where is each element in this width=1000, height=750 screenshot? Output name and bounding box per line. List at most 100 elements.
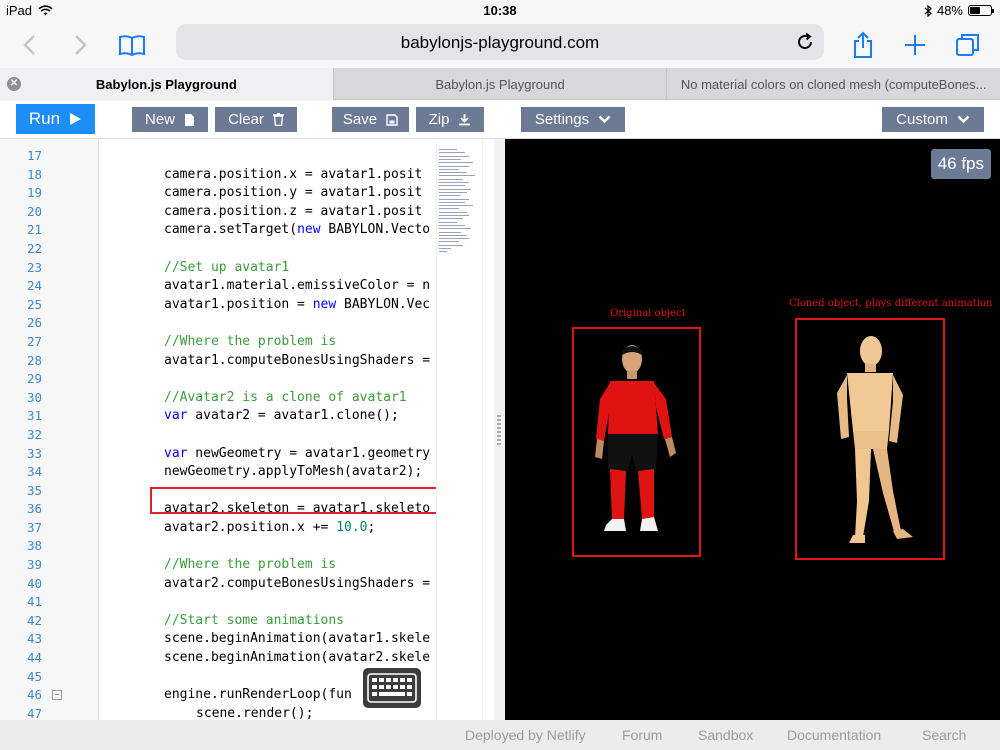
- minimap-line: [439, 224, 465, 226]
- deployed-by-link[interactable]: Deployed by Netlify: [465, 727, 586, 743]
- minimap-line: [439, 158, 461, 160]
- code-line[interactable]: 46− engine.runRenderLoop(fun: [0, 686, 505, 705]
- code-line[interactable]: 41: [0, 593, 505, 612]
- close-tab-icon[interactable]: ✕: [7, 77, 21, 91]
- run-button[interactable]: Run: [16, 104, 95, 134]
- line-number: 36: [26, 501, 42, 517]
- code-line[interactable]: 20 camera.position.z = avatar1.posit: [0, 203, 505, 222]
- splitter-grip[interactable]: [497, 415, 501, 445]
- floppy-icon: [386, 113, 398, 126]
- line-number: 42: [26, 612, 42, 628]
- line-number: 44: [26, 650, 42, 666]
- line-number: 40: [26, 575, 42, 591]
- code-line[interactable]: 23 //Set up avatar1: [0, 259, 505, 278]
- settings-dropdown[interactable]: Settings: [521, 107, 625, 132]
- code-lines[interactable]: 17 18 camera.position.x = avatar1.posit 19 c…: [0, 147, 505, 720]
- code-line[interactable]: 29: [0, 370, 505, 389]
- editor-scrollbar[interactable]: [482, 139, 494, 720]
- pane-splitter[interactable]: [494, 139, 505, 720]
- code-line[interactable]: 32: [0, 426, 505, 445]
- code-line[interactable]: 21 camera.setTarget(new BABYLON.Vecto: [0, 221, 505, 240]
- code-line[interactable]: 33 var newGeometry = avatar1.geometry: [0, 445, 505, 464]
- code-line[interactable]: 44 scene.beginAnimation(avatar2.skele: [0, 649, 505, 668]
- code-line[interactable]: 31 var avatar2 = avatar1.clone();: [0, 407, 505, 426]
- code-text: //Set up avatar1: [164, 259, 290, 275]
- forum-link[interactable]: Forum: [622, 727, 662, 743]
- code-line[interactable]: 40 avatar2.computeBonesUsingShaders =: [0, 575, 505, 594]
- code-line[interactable]: 22: [0, 240, 505, 259]
- forward-button[interactable]: [66, 30, 96, 60]
- share-button[interactable]: [848, 30, 878, 60]
- code-text: camera.setTarget(new BABYLON.Vecto: [164, 222, 431, 238]
- sandbox-link[interactable]: Sandbox: [698, 727, 753, 743]
- code-text: //Start some animations: [164, 612, 345, 628]
- original-object-label: Original object: [610, 308, 686, 319]
- code-line[interactable]: 37 avatar2.position.x += 10.0;: [0, 519, 505, 538]
- minimap-line: [439, 149, 457, 150]
- code-line[interactable]: 47 scene.render();: [0, 705, 505, 720]
- render-canvas[interactable]: 46 fps Original object Cloned object, pl…: [505, 139, 1000, 720]
- run-label: Run: [28, 109, 61, 128]
- reload-icon[interactable]: [794, 31, 816, 53]
- tab-3-label: No material colors on cloned mesh (compu…: [680, 76, 987, 92]
- battery-percent: 48%: [936, 3, 963, 18]
- code-line[interactable]: 42 //Start some animations: [0, 612, 505, 631]
- code-line[interactable]: 38: [0, 537, 505, 556]
- settings-label: Settings: [534, 111, 590, 128]
- code-line[interactable]: 45: [0, 668, 505, 687]
- minimap-line: [439, 195, 461, 197]
- minimap-line: [439, 162, 473, 164]
- line-number: 23: [26, 259, 42, 275]
- tabs-icon: [956, 34, 979, 56]
- minimap-line: [439, 211, 467, 213]
- tab-2[interactable]: Babylon.js Playground: [334, 68, 668, 100]
- new-tab-button[interactable]: [900, 30, 930, 60]
- minimap-line: [439, 188, 471, 190]
- app-root: iPad 10:38 48% babylonjs-playground.com …: [0, 0, 1000, 750]
- code-line[interactable]: 27 //Where the problem is: [0, 333, 505, 352]
- code-text: newGeometry.applyToMesh(avatar2);: [164, 464, 423, 480]
- tab-3[interactable]: No material colors on cloned mesh (compu…: [667, 68, 1000, 100]
- tab-1[interactable]: ✕ Babylon.js Playground: [0, 68, 334, 100]
- custom-dropdown[interactable]: Custom: [882, 107, 984, 132]
- status-right: 48%: [924, 3, 994, 18]
- code-line[interactable]: 28 avatar1.computeBonesUsingShaders =: [0, 352, 505, 371]
- line-number: 29: [26, 371, 42, 387]
- search-link[interactable]: Search: [922, 727, 966, 743]
- minimap-line: [439, 182, 469, 183]
- code-line[interactable]: 19 camera.position.y = avatar1.posit: [0, 184, 505, 203]
- minimap-line: [439, 234, 467, 236]
- code-line[interactable]: 34 newGeometry.applyToMesh(avatar2);: [0, 463, 505, 482]
- code-editor[interactable]: 17 18 camera.position.x = avatar1.posit 19 c…: [0, 139, 505, 720]
- line-number: 47: [26, 705, 42, 720]
- clear-button[interactable]: Clear: [215, 107, 297, 132]
- zip-button[interactable]: Zip: [416, 107, 484, 132]
- code-line[interactable]: 25 avatar1.position = new BABYLON.Vec: [0, 296, 505, 315]
- code-text: //Where the problem is: [164, 557, 337, 573]
- tabs-overview-button[interactable]: [953, 30, 983, 60]
- back-button[interactable]: [14, 30, 44, 60]
- keyboard-toggle-button[interactable]: [363, 668, 421, 708]
- browser-toolbar: babylonjs-playground.com: [0, 22, 1000, 68]
- line-number: 31: [26, 408, 42, 424]
- save-button[interactable]: Save: [332, 107, 409, 132]
- code-line[interactable]: 43 scene.beginAnimation(avatar1.skele: [0, 630, 505, 649]
- line-number: 26: [26, 315, 42, 331]
- code-text: camera.position.z = avatar1.posit: [164, 203, 423, 219]
- code-line[interactable]: 26: [0, 314, 505, 333]
- code-minimap[interactable]: [436, 143, 482, 720]
- fold-toggle-icon[interactable]: −: [52, 690, 62, 701]
- code-text: avatar1.material.emissiveColor = n: [164, 278, 431, 294]
- code-line[interactable]: 39 //Where the problem is: [0, 556, 505, 575]
- code-line[interactable]: 30 //Avatar2 is a clone of avatar1: [0, 389, 505, 408]
- documentation-link[interactable]: Documentation: [787, 727, 881, 743]
- code-line[interactable]: 24 avatar1.material.emissiveColor = n: [0, 277, 505, 296]
- battery-icon: [968, 5, 994, 16]
- bookmarks-button[interactable]: [117, 30, 147, 60]
- code-line[interactable]: 17: [0, 147, 505, 166]
- address-bar[interactable]: babylonjs-playground.com: [176, 24, 824, 60]
- line-number: 39: [26, 557, 42, 573]
- code-line[interactable]: 18 camera.position.x = avatar1.posit: [0, 166, 505, 185]
- minimap-line: [439, 218, 463, 220]
- new-button[interactable]: New: [132, 107, 208, 132]
